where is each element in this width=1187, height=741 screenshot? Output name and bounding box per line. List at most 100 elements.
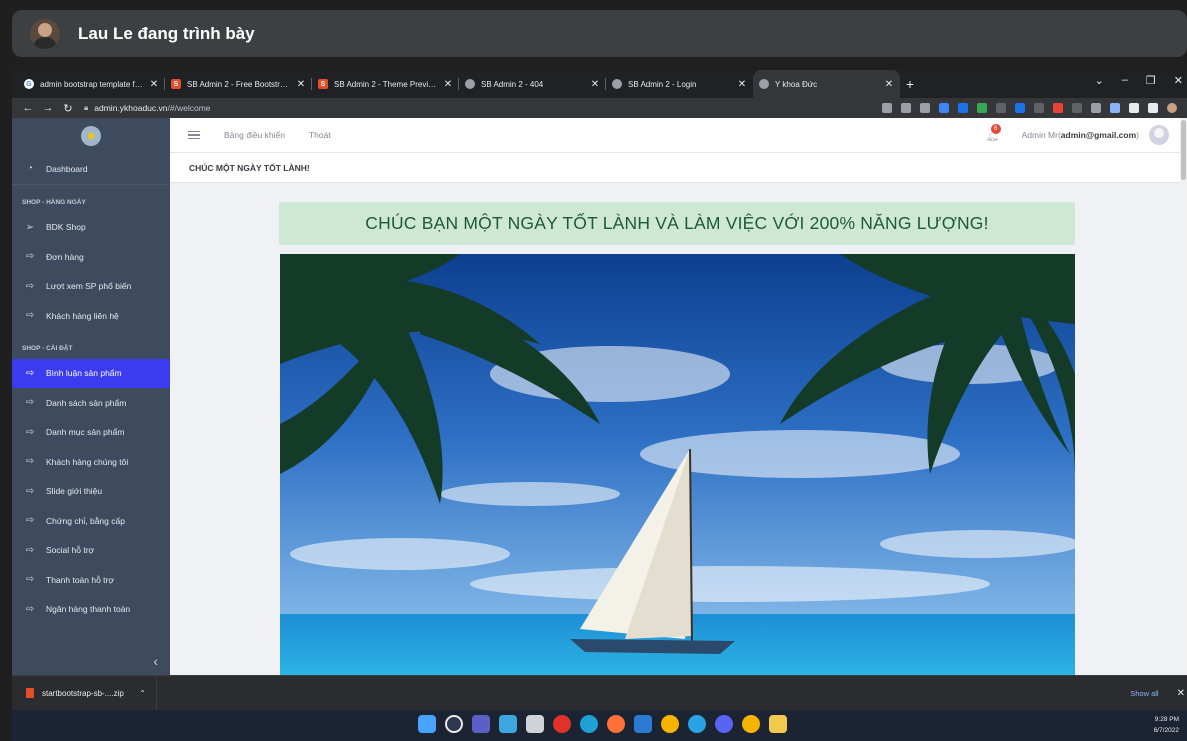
- sidepanel-icon[interactable]: [1148, 103, 1158, 113]
- close-icon[interactable]: ✕: [590, 79, 600, 90]
- notification-badge: 6: [990, 123, 1001, 134]
- nav-link-logout[interactable]: Thoát: [309, 130, 331, 140]
- user-name[interactable]: Admin Mr(admin@gmail.com): [1022, 130, 1139, 140]
- teams-icon[interactable]: [472, 715, 490, 733]
- sidebar-toggle-button[interactable]: ‹: [12, 647, 170, 675]
- tab-sb-admin-login[interactable]: SB Admin 2 - Login ✕: [606, 70, 753, 98]
- sidebar-item-certificates[interactable]: ⇨ Chứng chỉ, bằng cấp: [12, 506, 170, 536]
- close-icon[interactable]: ✕: [443, 79, 453, 90]
- extension-icon[interactable]: [1110, 103, 1120, 113]
- translate-icon[interactable]: [939, 103, 949, 113]
- extension-icon[interactable]: [1034, 103, 1044, 113]
- sidebar-item-intro-slides[interactable]: ⇨ Slide giới thiệu: [12, 477, 170, 507]
- sidebar-item-payment-support[interactable]: ⇨ Thanh toán hỗ trợ: [12, 565, 170, 595]
- page-scrollbar[interactable]: [1180, 118, 1187, 675]
- web-page: ◔ Dashboard SHOP - HÀNG NGÀY ➢ BDK Shop …: [12, 118, 1187, 675]
- close-icon[interactable]: ✕: [1177, 688, 1185, 699]
- sidebar-item-label: Chứng chỉ, bằng cấp: [46, 515, 125, 526]
- edge-icon[interactable]: [580, 715, 598, 733]
- opera-icon[interactable]: [553, 715, 571, 733]
- close-window-icon[interactable]: ✕: [1174, 74, 1183, 87]
- discord-icon[interactable]: [715, 715, 733, 733]
- widgets-icon[interactable]: [526, 715, 544, 733]
- sidebar-item-social-support[interactable]: ⇨ Social hỗ trợ: [12, 536, 170, 566]
- window-controls: ⌄ – ❐ ✕: [1095, 74, 1187, 87]
- new-tab-button[interactable]: +: [900, 70, 920, 98]
- key-icon[interactable]: [882, 103, 892, 113]
- sidebar-item-bdk-shop[interactable]: ➢ BDK Shop: [12, 213, 170, 243]
- extension-icon[interactable]: [1091, 103, 1101, 113]
- tab-admin-template[interactable]: G admin bootstrap template free - ✕: [18, 70, 165, 98]
- close-icon[interactable]: ✕: [149, 79, 159, 90]
- close-icon[interactable]: ✕: [737, 79, 747, 90]
- search-icon[interactable]: [445, 715, 463, 733]
- zip-file-icon: [26, 688, 34, 698]
- windows-start-icon[interactable]: [418, 715, 436, 733]
- extension-icon[interactable]: [1053, 103, 1063, 113]
- minimize-icon[interactable]: –: [1122, 74, 1128, 87]
- tab-sb-admin-preview[interactable]: S SB Admin 2 - Theme Preview - St ✕: [312, 70, 459, 98]
- presenting-title: Lau Le đang trình bày: [78, 23, 255, 43]
- sidebar-item-orders[interactable]: ⇨ Đơn hàng: [12, 242, 170, 272]
- tab-sb-admin-404[interactable]: SB Admin 2 - 404 ✕: [459, 70, 606, 98]
- sidebar-item-dashboard[interactable]: ◔ Dashboard: [12, 154, 170, 184]
- avatar[interactable]: [1149, 125, 1169, 145]
- startbootstrap-icon: S: [318, 79, 328, 89]
- sidebar-item-customer-contact[interactable]: ⇨ Khách hàng liên hệ: [12, 301, 170, 331]
- sidebar-item-product-comments[interactable]: ⇨ Bình luận sản phẩm: [12, 358, 170, 388]
- extension-icon[interactable]: [1015, 103, 1025, 113]
- chevron-up-icon[interactable]: ⌃: [139, 689, 146, 698]
- sidebar-item-label: Khách hàng liên hệ: [46, 310, 119, 321]
- vscode-icon[interactable]: [634, 715, 652, 733]
- sidebar-item-label: Dashboard: [46, 163, 88, 174]
- sidebar-heading-settings: SHOP - CÀI ĐẶT: [22, 345, 73, 352]
- telegram-icon[interactable]: [688, 715, 706, 733]
- sidebar-item-label: Slide giới thiệu: [46, 486, 103, 497]
- extension-icon[interactable]: [958, 103, 968, 113]
- star-icon[interactable]: [920, 103, 930, 113]
- presenter-avatar: [30, 18, 60, 49]
- sidebar-heading-daily: SHOP - HÀNG NGÀY: [22, 199, 86, 206]
- hero-image: [280, 254, 1075, 675]
- sidebar-item-product-list[interactable]: ⇨ Danh sách sản phẩm: [12, 388, 170, 418]
- weather-icon[interactable]: [499, 715, 517, 733]
- chrome-active-icon[interactable]: [742, 715, 760, 733]
- profile-icon[interactable]: [1167, 103, 1177, 113]
- close-icon[interactable]: ✕: [296, 79, 306, 90]
- back-icon[interactable]: ←: [18, 102, 38, 114]
- tab-sb-admin-free[interactable]: S SB Admin 2 - Free Bootstrap Adm ✕: [165, 70, 312, 98]
- welcome-banner: CHÚC BẠN MỘT NGÀY TỐT LÀNH VÀ LÀM VIỆC V…: [279, 202, 1075, 245]
- nav-link-dashboard[interactable]: Bảng điều khiển: [224, 130, 285, 140]
- chevron-down-icon[interactable]: ⌄: [1095, 74, 1104, 87]
- extension-icon[interactable]: [977, 103, 987, 113]
- menu-icon[interactable]: [188, 130, 200, 140]
- extension-icon[interactable]: [1072, 103, 1082, 113]
- extension-icon[interactable]: [996, 103, 1006, 113]
- brand[interactable]: [12, 118, 170, 154]
- puzzle-icon[interactable]: [1129, 103, 1139, 113]
- file-explorer-icon[interactable]: [769, 715, 787, 733]
- taskbar-clock[interactable]: 9:28 PM 6/7/2022: [1154, 714, 1179, 736]
- sidebar-item-our-customers[interactable]: ⇨ Khách hàng chúng tôi: [12, 447, 170, 477]
- close-icon[interactable]: ✕: [884, 79, 894, 90]
- tab-y-khoa-duc[interactable]: Y khoa Đức ✕: [753, 70, 900, 98]
- maximize-icon[interactable]: ❐: [1146, 74, 1156, 87]
- show-all-button[interactable]: Show all: [1130, 689, 1158, 698]
- tab-label: SB Admin 2 - Theme Preview - St: [334, 79, 439, 89]
- sidebar-item-label: Thanh toán hỗ trợ: [46, 574, 114, 585]
- sidebar-item-popular-views[interactable]: ⇨ Lượt xem SP phổ biến: [12, 272, 170, 302]
- share-icon[interactable]: [901, 103, 911, 113]
- download-item[interactable]: startbootstrap-sb-....zip ⌃: [12, 675, 157, 711]
- arrow-right-icon: ⇨: [25, 397, 35, 409]
- sidebar-item-payment-banks[interactable]: ⇨ Ngân hàng thanh toán: [12, 595, 170, 625]
- address-bar[interactable]: 🔒︎ admin.ykhoaduc.vn /#/welcome: [84, 100, 824, 116]
- taskbar-icons: [418, 715, 787, 733]
- firefox-icon[interactable]: [607, 715, 625, 733]
- bell-icon[interactable]: 🔔︎ 6: [986, 123, 1001, 142]
- user-email: admin@gmail.com: [1060, 130, 1137, 140]
- tab-label: SB Admin 2 - 404: [481, 79, 544, 89]
- reload-icon[interactable]: ↻: [58, 102, 78, 115]
- chrome-icon[interactable]: [661, 715, 679, 733]
- sidebar-item-product-categories[interactable]: ⇨ Danh mục sản phẩm: [12, 418, 170, 448]
- forward-icon[interactable]: →: [38, 102, 58, 114]
